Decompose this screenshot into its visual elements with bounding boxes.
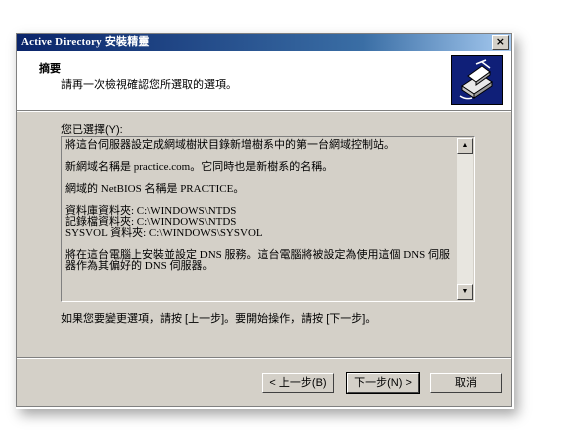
vertical-scrollbar[interactable]: ▲ ▼ — [457, 138, 473, 300]
scroll-down-button[interactable]: ▼ — [457, 284, 473, 300]
summary-text[interactable]: 將這台伺服器設定成網域樹狀目錄新增樹系中的第一台網域控制站。 新網域名稱是 pr… — [63, 138, 457, 300]
summary-textbox[interactable]: 將這台伺服器設定成網域樹狀目錄新增樹系中的第一台網域控制站。 新網域名稱是 pr… — [61, 136, 475, 302]
close-button[interactable]: × — [492, 35, 509, 50]
wizard-header: 摘要 請再一次檢視確認您所選取的選項。 — [17, 51, 511, 111]
footer-divider-highlight — [17, 358, 511, 359]
close-icon: × — [495, 35, 506, 48]
window-title: Active Directory 安裝精靈 — [21, 36, 150, 48]
instruction-text: 如果您要變更選項，請按 [上一步]。要開始操作，請按 [下一步]。 — [61, 313, 377, 325]
selection-label: 您已選擇(Y): — [61, 124, 123, 136]
arrow-up-icon: ▲ — [461, 142, 469, 149]
page-subtitle: 請再一次檢視確認您所選取的選項。 — [61, 79, 237, 91]
title-bar[interactable]: Active Directory 安裝精靈 × — [17, 34, 511, 51]
scroll-up-button[interactable]: ▲ — [457, 138, 473, 154]
page-title: 摘要 — [39, 63, 61, 75]
wizard-server-icon — [451, 55, 503, 105]
back-button[interactable]: < 上一步(B) — [262, 373, 334, 393]
arrow-down-icon: ▼ — [461, 288, 469, 295]
header-divider — [17, 111, 511, 112]
next-button[interactable]: 下一步(N) > — [346, 372, 420, 394]
wizard-dialog: Active Directory 安裝精靈 × 摘要 請再一次檢視確認您所選取的… — [16, 33, 512, 407]
cancel-button[interactable]: 取消 — [430, 373, 502, 393]
